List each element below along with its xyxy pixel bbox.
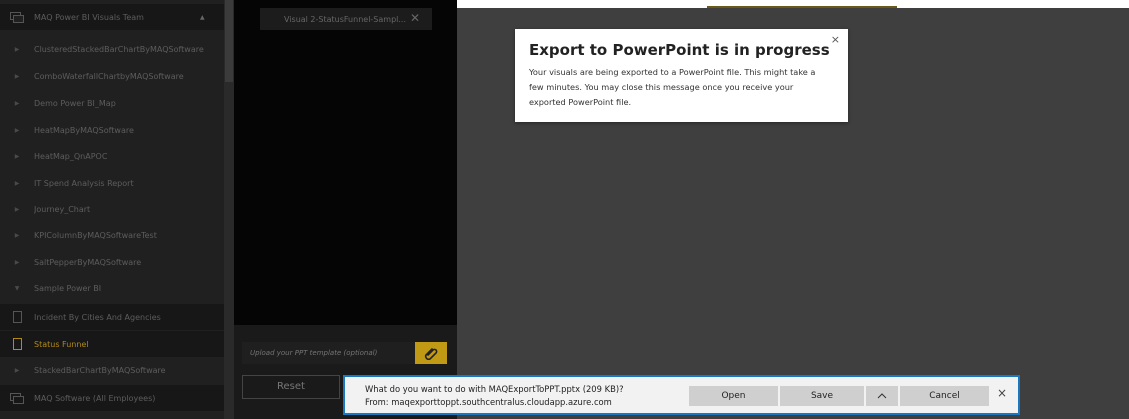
chevron-right-icon: ▶	[14, 205, 20, 213]
chevron-right-icon: ▶	[14, 179, 20, 187]
report-item-expanded[interactable]: ▼ Sample Power BI	[0, 275, 224, 301]
remove-visual-icon[interactable]: ✕	[410, 11, 420, 25]
download-message: What do you want to do with MAQExportToP…	[365, 383, 624, 409]
page-label: Incident By Cities And Agencies	[34, 312, 161, 322]
template-upload-input[interactable]	[242, 342, 415, 364]
report-item[interactable]: ▶ StackedBarChartByMAQSoftware	[0, 357, 224, 383]
chevron-right-icon: ▶	[14, 258, 20, 266]
scrollbar-thumb[interactable]	[225, 0, 233, 82]
notification-body: Your visuals are being exported to a Pow…	[529, 67, 816, 107]
notification-title: Export to PowerPoint is in progress	[529, 41, 830, 59]
chevron-right-icon: ▶	[14, 45, 20, 53]
cancel-button[interactable]: Cancel	[900, 386, 989, 406]
report-item[interactable]: ▶ Demo Power BI_Map	[0, 90, 224, 116]
paperclip-icon	[424, 348, 438, 360]
report-item[interactable]: ▶ Journey_Chart	[0, 196, 224, 222]
chevron-right-icon: ▶	[14, 99, 20, 107]
save-options-button[interactable]	[866, 386, 898, 406]
workspace-label: MAQ Power BI Visuals Team	[34, 12, 144, 22]
report-item[interactable]: ▶ KPIColumnByMAQSoftwareTest	[0, 222, 224, 248]
chevron-up-icon	[877, 393, 887, 399]
chevron-right-icon: ▶	[14, 126, 20, 134]
attach-template-button[interactable]	[415, 342, 447, 364]
report-label: Sample Power BI	[34, 283, 102, 293]
page-item[interactable]: Incident By Cities And Agencies	[0, 304, 224, 330]
report-label: HeatMapByMAQSoftware	[34, 125, 134, 135]
workspace-icon	[0, 392, 34, 404]
export-progress-notification: Export to PowerPoint is in progress Your…	[515, 29, 848, 122]
report-label: Journey_Chart	[34, 204, 91, 214]
report-label: Demo Power BI_Map	[34, 98, 116, 108]
page-icon	[0, 311, 34, 323]
page-icon	[0, 338, 34, 350]
close-icon[interactable]: ×	[831, 33, 840, 46]
save-button[interactable]: Save	[780, 386, 864, 406]
chevron-right-icon: ▶	[14, 231, 20, 239]
report-label: KPIColumnByMAQSoftwareTest	[34, 230, 157, 240]
download-notification-bar: What do you want to do with MAQExportToP…	[343, 375, 1020, 415]
report-item[interactable]: ▶ SaltPepperByMAQSoftware	[0, 249, 224, 275]
report-label: ClusteredStackedBarChartByMAQSoftware	[34, 44, 204, 54]
chevron-right-icon: ▶	[14, 72, 20, 80]
open-button[interactable]: Open	[689, 386, 778, 406]
navigation-scrollbar[interactable]	[224, 0, 234, 419]
report-item[interactable]: ▶ HeatMap_QnAPOC	[0, 143, 224, 169]
accent-line	[707, 6, 897, 8]
report-label: ComboWaterfallChartbyMAQSoftware	[34, 71, 184, 81]
visual-tab[interactable]: Visual 2-StatusFunnel-Sampl... ✕	[260, 8, 432, 30]
visual-tab-label: Visual 2-StatusFunnel-Sampl...	[284, 14, 407, 24]
workspace-icon	[0, 11, 34, 23]
workspace-item-all-employees[interactable]: MAQ Software (All Employees)	[0, 385, 224, 411]
download-question: What do you want to do with MAQExportToP…	[365, 384, 624, 394]
report-item[interactable]: ▶ HeatMapByMAQSoftware	[0, 117, 224, 143]
page-item-active[interactable]: Status Funnel	[0, 331, 224, 357]
export-panel: Visual 2-StatusFunnel-Sampl... ✕ Reset	[234, 0, 457, 419]
chevron-right-icon: ▶	[14, 366, 20, 374]
report-item[interactable]: ▶ ComboWaterfallChartbyMAQSoftware	[0, 63, 224, 89]
report-item[interactable]: ▶ IT Spend Analysis Report	[0, 170, 224, 196]
workspace-item-visuals-team[interactable]: MAQ Power BI Visuals Team ▲	[0, 4, 224, 30]
download-source: From: maqexporttoppt.southcentralus.clou…	[365, 397, 612, 407]
report-item[interactable]: ▶ ClusteredStackedBarChartByMAQSoftware	[0, 36, 224, 62]
report-label: HeatMap_QnAPOC	[34, 151, 108, 161]
report-label: IT Spend Analysis Report	[34, 178, 134, 188]
visual-list-area	[234, 0, 457, 325]
workspace-label: MAQ Software (All Employees)	[34, 393, 156, 403]
collapse-icon[interactable]: ▲	[200, 14, 205, 21]
close-icon[interactable]: ×	[997, 386, 1007, 400]
reset-button[interactable]: Reset	[242, 375, 340, 399]
chevron-right-icon: ▶	[14, 152, 20, 160]
navigation-pane: MAQ Power BI Visuals Team ▲ ▶ ClusteredSt…	[0, 0, 224, 419]
page-label: Status Funnel	[34, 339, 89, 349]
chevron-down-icon: ▼	[14, 284, 20, 292]
report-label: StackedBarChartByMAQSoftware	[34, 365, 166, 375]
report-label: SaltPepperByMAQSoftware	[34, 257, 142, 267]
top-bar	[457, 0, 1129, 8]
